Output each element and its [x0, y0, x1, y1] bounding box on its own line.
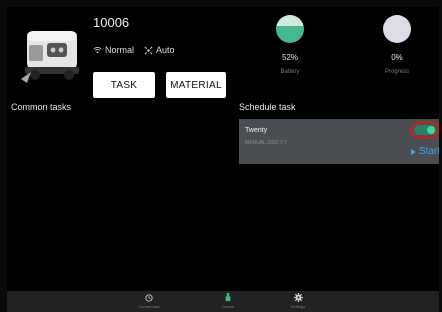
connection-label: Normal [105, 45, 135, 55]
mode-label: Auto [156, 45, 175, 55]
device-id: 10006 [93, 15, 130, 30]
wifi-icon [93, 46, 102, 54]
common-tasks-heading: Common tasks [11, 102, 72, 112]
progress-percent: 0% [391, 53, 403, 62]
nav-current-task-label: Current task [138, 304, 160, 309]
robot-image [21, 31, 79, 83]
progress-gauge: 0% Progress [367, 15, 427, 75]
battery-label: Battery [280, 69, 300, 75]
auto-mode-icon [144, 46, 153, 54]
schedule-task-subtitle: MANUAL 2022-7-7 [245, 140, 288, 146]
highlight-ring [410, 121, 439, 139]
task-button[interactable]: TASK [93, 72, 155, 98]
connection-status: Normal [93, 45, 134, 55]
app-screen: 10006 Normal Auto TASK MATERIAL 52% Batt… [7, 7, 439, 312]
nav-current-task[interactable]: Current task [124, 293, 174, 309]
schedule-task-heading: Schedule task [239, 102, 296, 112]
battery-gauge: 52% Battery [260, 15, 320, 75]
progress-circle [383, 15, 411, 43]
bottom-nav: Current task Device Settings [7, 291, 439, 312]
nav-device-label: Device [221, 304, 235, 309]
progress-label: Progress [384, 69, 409, 75]
nav-settings[interactable]: Settings [273, 293, 323, 309]
battery-percent: 52% [281, 53, 298, 62]
play-icon [411, 148, 416, 155]
device-status: Normal Auto [93, 45, 175, 55]
schedule-task-card[interactable]: Twenty MANUAL 2022-7-7 Start [239, 119, 439, 164]
battery-circle [276, 15, 304, 43]
mode-status: Auto [144, 45, 175, 55]
nav-settings-label: Settings [290, 304, 306, 309]
schedule-task-name: Twenty [245, 127, 268, 134]
clock-icon [145, 293, 153, 302]
start-label: Start [419, 146, 439, 157]
gear-icon [293, 293, 303, 302]
robot-icon [225, 293, 231, 302]
material-button[interactable]: MATERIAL [166, 72, 226, 98]
start-button[interactable]: Start [411, 146, 439, 157]
nav-device[interactable]: Device [203, 293, 253, 309]
